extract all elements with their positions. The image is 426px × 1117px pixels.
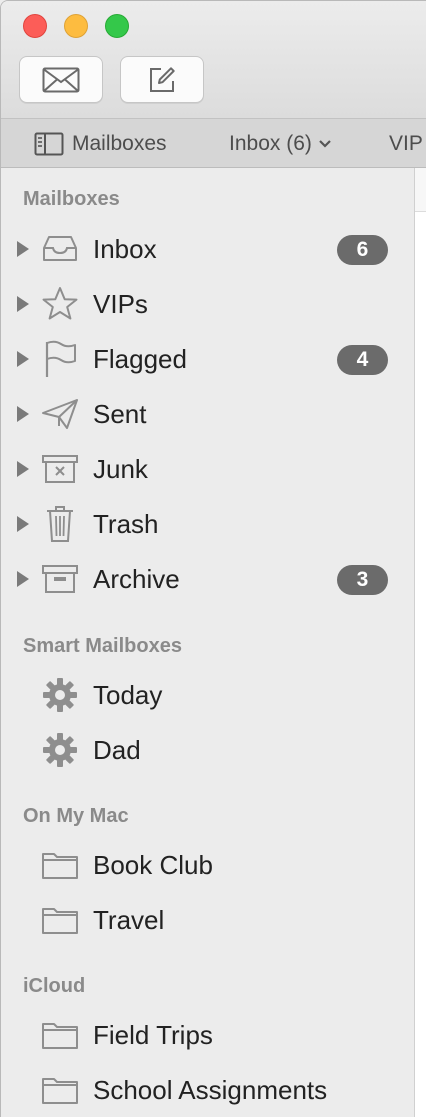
star-icon — [39, 285, 81, 323]
inbox-favorite-label: Inbox (6) — [229, 132, 312, 155]
section-header-on-my-mac: On My Mac — [23, 805, 129, 827]
disclosure-triangle-icon[interactable] — [17, 351, 29, 367]
sidebar-item-today[interactable]: Today — [1, 669, 414, 721]
favorites-bar: Mailboxes Inbox (6) VIP — [1, 118, 426, 168]
gear-icon — [39, 731, 81, 769]
title-bar — [1, 1, 426, 118]
flag-icon — [39, 340, 81, 378]
sidebar-item-sent[interactable]: Sent — [1, 388, 414, 440]
sidebar-item-label: Field Trips — [93, 1020, 213, 1050]
chevron-down-icon — [319, 140, 331, 148]
compose-button[interactable] — [120, 56, 204, 103]
inbox-favorite-button[interactable]: Inbox (6) — [229, 119, 332, 169]
folder-icon — [39, 846, 81, 884]
sidebar-item-archive[interactable]: Archive 3 — [1, 553, 414, 605]
vip-favorite-button[interactable]: VIP — [389, 119, 423, 169]
sidebar-item-junk[interactable]: Junk — [1, 443, 414, 495]
sidebar-item-label: VIPs — [93, 289, 148, 319]
sidebar-item-trash[interactable]: Trash — [1, 498, 414, 550]
unread-count-badge: 6 — [337, 235, 388, 265]
sidebar-item-flagged[interactable]: Flagged 4 — [1, 333, 414, 385]
disclosure-triangle-icon[interactable] — [17, 461, 29, 477]
compose-icon — [150, 66, 175, 92]
inbox-tray-icon — [39, 230, 81, 268]
disclosure-triangle-icon[interactable] — [17, 571, 29, 587]
sidebar-item-label: Inbox — [93, 234, 157, 264]
show-mailboxes-button[interactable]: Mailboxes — [34, 119, 167, 169]
folder-icon — [39, 1071, 81, 1109]
unread-count-badge: 4 — [337, 345, 388, 375]
sidebar-item-school-assignments[interactable]: School Assignments — [1, 1064, 414, 1116]
close-window-button[interactable] — [23, 14, 47, 38]
envelope-icon — [42, 67, 80, 92]
sidebar-item-label: Flagged — [93, 344, 187, 374]
sidebar-item-label: Trash — [93, 509, 159, 539]
disclosure-triangle-icon[interactable] — [17, 241, 29, 257]
sidebar-item-label: Travel — [93, 905, 165, 935]
sidebar-item-label: Today — [93, 680, 163, 710]
sidebar-toggle-icon — [34, 132, 64, 156]
get-mail-button[interactable] — [19, 56, 103, 103]
sidebar-item-label: Book Club — [93, 850, 213, 880]
trash-can-icon — [39, 505, 81, 543]
sidebar-item-vips[interactable]: VIPs — [1, 278, 414, 330]
mail-window: Mailboxes Inbox (6) VIP Mailboxes Inbox … — [0, 0, 426, 1117]
message-list-pane — [414, 168, 426, 1117]
paper-plane-icon — [39, 395, 81, 433]
disclosure-triangle-icon[interactable] — [17, 516, 29, 532]
sidebar-item-field-trips[interactable]: Field Trips — [1, 1009, 414, 1061]
archive-box-icon — [39, 560, 81, 598]
sidebar-item-dad[interactable]: Dad — [1, 724, 414, 776]
sidebar-item-inbox[interactable]: Inbox 6 — [1, 223, 414, 275]
sidebar-item-label: Archive — [93, 564, 180, 594]
gear-icon — [39, 676, 81, 714]
sidebar-item-label: School Assignments — [93, 1075, 328, 1105]
zoom-window-button[interactable] — [105, 14, 129, 38]
sidebar-item-label: Dad — [93, 735, 141, 765]
section-header-mailboxes: Mailboxes — [23, 188, 120, 210]
sidebar-item-label: Junk — [93, 454, 148, 484]
mailbox-sidebar: Mailboxes Inbox 6 VIPs Flagged 4 Sent Ju… — [1, 168, 414, 1117]
disclosure-triangle-icon[interactable] — [17, 296, 29, 312]
vip-favorite-label: VIP — [389, 132, 423, 155]
section-header-smart-mailboxes: Smart Mailboxes — [23, 635, 182, 657]
sidebar-item-book-club[interactable]: Book Club — [1, 839, 414, 891]
junk-box-icon — [39, 450, 81, 488]
message-list-header — [415, 168, 426, 212]
unread-count-badge: 3 — [337, 565, 388, 595]
folder-icon — [39, 1016, 81, 1054]
mailboxes-favorite-label: Mailboxes — [72, 132, 167, 155]
sidebar-item-label: Sent — [93, 399, 147, 429]
minimize-window-button[interactable] — [64, 14, 88, 38]
disclosure-triangle-icon[interactable] — [17, 406, 29, 422]
section-header-icloud: iCloud — [23, 975, 86, 997]
sidebar-item-travel[interactable]: Travel — [1, 894, 414, 946]
folder-icon — [39, 901, 81, 939]
